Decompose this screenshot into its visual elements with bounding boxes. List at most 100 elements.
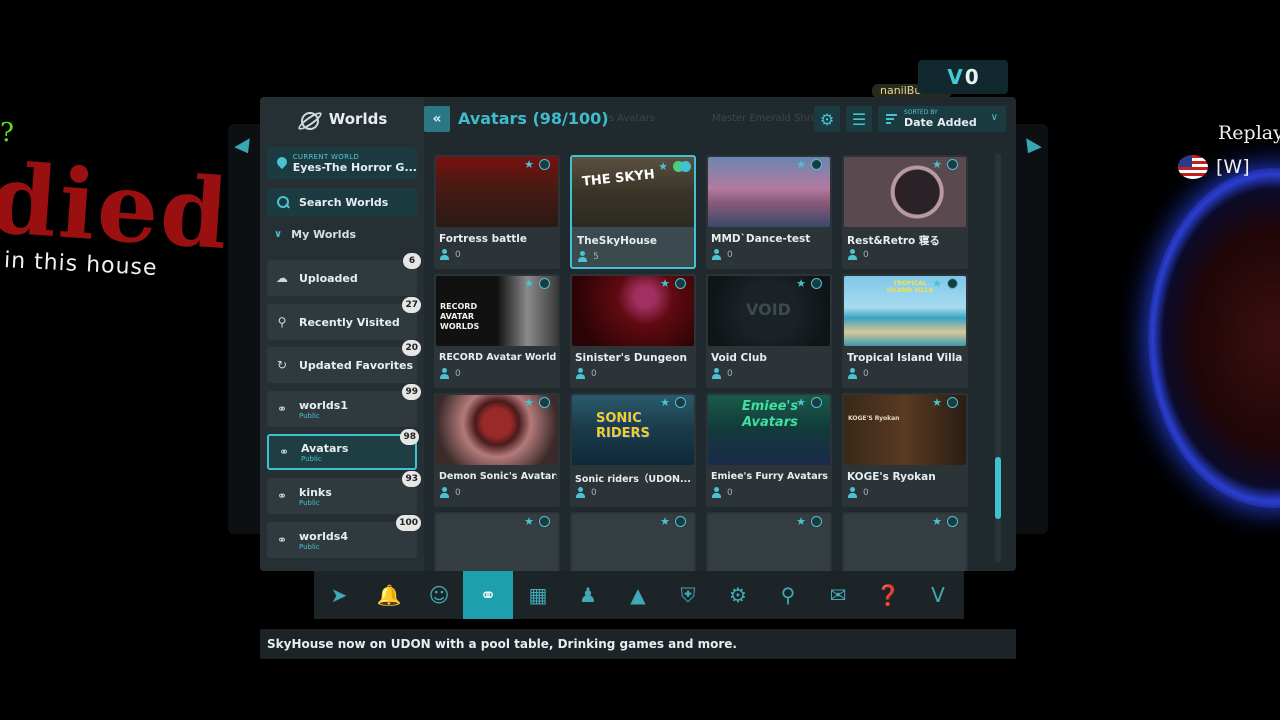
nav-notifications[interactable]: 🔔 [364,571,414,619]
world-card-fortress-battle[interactable]: ★ Fortress battle 0 [434,155,560,269]
world-card-emiees-furry-avatars[interactable]: Emiee's Avatars ★ Emiee's Furry Avatars … [706,393,832,507]
favorite-star-icon[interactable]: ★ [932,396,942,409]
player-count-value: 0 [591,368,597,379]
world-card-placeholder[interactable]: ★ [706,512,832,571]
settings-button[interactable]: ⚙ [814,106,840,132]
search-worlds-button[interactable]: Search Worlds [267,188,417,216]
favorite-star-icon[interactable]: ★ [796,515,806,528]
sidebar-item-label: Recently Visited [299,315,400,329]
sidebar-item-visibility: Public [301,454,322,463]
favorite-star-icon[interactable]: ★ [524,277,534,290]
my-worlds-toggle[interactable]: ∨ My Worlds [274,228,424,241]
worlds-panel: Worlds CURRENT WORLD Eyes-The Horror G..… [260,97,1016,571]
favorite-star-icon[interactable]: ★ [796,396,806,409]
sort-label: SORTED BY [904,109,938,116]
nav-groups[interactable]: ▲ [613,571,663,619]
nav-help[interactable]: ❓ [863,571,913,619]
player-count-value: 5 [593,251,599,262]
status-dot [680,161,691,172]
player-count-value: 0 [455,249,461,260]
sidebar-item-label: kinks [299,485,332,499]
sidebar-item-label: Updated Favorites [299,358,414,372]
collapse-sidebar-button[interactable]: « [424,106,450,132]
nav-launch[interactable]: ➤ [314,571,364,619]
world-card-record-avatar-worlds[interactable]: RECORD AVATAR WORLDS ★ RECORD Avatar Wor… [434,274,560,388]
sidebar-item-kinks[interactable]: ⚭ kinks Public 93 [267,471,421,514]
favorite-star-icon[interactable]: ★ [932,515,942,528]
nav-safety[interactable]: ⛨ [663,571,713,619]
world-card-mmd-dance-test[interactable]: ★ MMD`Dance-test 0 [706,155,832,269]
groups-icon: ▲ [630,583,646,607]
nav-vrchat-plus[interactable]: V [913,571,963,619]
favorite-star-icon[interactable]: ★ [932,158,942,171]
world-card-placeholder[interactable]: ★ [434,512,560,571]
upload-icon: ☁ [276,271,288,285]
list-view-button[interactable]: ☰ [846,106,872,132]
world-card-placeholder[interactable]: ★ [842,512,968,571]
favorite-star-icon[interactable]: ★ [658,160,668,173]
favorite-star-icon[interactable]: ★ [660,515,670,528]
vrchat-plus-icon: V [931,583,945,607]
currency-icon: V [947,65,963,89]
nav-worlds[interactable]: ⚭ [463,571,513,619]
sidebar-item-updated-favorites[interactable]: ↻ Updated Favorites 20 [267,340,421,383]
my-worlds-label: My Worlds [291,228,356,241]
world-card-rest-retro[interactable]: ★ Rest&Retro 寝る 0 [842,155,968,269]
profile-icon: ☺ [428,583,450,607]
sidebar-item-worlds1[interactable]: ⚭ worlds1 Public 99 [267,384,421,427]
status-dot [675,516,686,527]
chat-icon: ✉ [829,583,847,607]
nav-avatars[interactable]: ▦ [513,571,563,619]
nav-settings[interactable]: ⚙ [713,571,763,619]
status-dot [539,159,550,170]
count-badge: 20 [402,340,421,356]
people-icon [575,368,587,379]
current-world-name: Eyes-The Horror G... [292,160,417,174]
sidebar-item-label: worlds4 [299,529,348,543]
nav-profile[interactable]: ☺ [414,571,464,619]
favorite-star-icon[interactable]: ★ [660,396,670,409]
credits-balance[interactable]: V 0 [918,60,1008,94]
status-dot [947,159,958,170]
sidebar-item-recently-visited[interactable]: ⚲ Recently Visited 27 [267,297,421,340]
sidebar-title: Worlds [328,110,388,128]
player-count: 0 [711,487,733,498]
gear-icon: ⚙ [819,109,835,129]
sidebar-item-avatars[interactable]: ⚭ Avatars Public 98 [267,429,419,470]
player-count: 0 [847,368,869,379]
current-world-button[interactable]: CURRENT WORLD Eyes-The Horror G... [267,147,417,179]
favorite-star-icon[interactable]: ★ [932,277,942,290]
favorite-star-icon[interactable]: ★ [524,396,534,409]
count-badge: 98 [400,429,419,445]
world-card-sonic-riders[interactable]: SONIC RIDERS ★ Sonic riders（UDON... 0 [570,393,696,507]
favorite-star-icon[interactable]: ★ [524,515,534,528]
chevron-down-icon: ∨ [274,229,283,240]
world-card-koges-ryokan[interactable]: KOGE'S Ryokan ★ KOGE's Ryokan 0 [842,393,968,507]
people-icon [847,249,859,260]
sidebar-item-worlds4[interactable]: ⚭ worlds4 Public 100 [267,515,421,558]
balance-amount: 0 [964,65,979,89]
player-count-value: 0 [591,487,597,498]
nav-chat[interactable]: ✉ [813,571,863,619]
world-card-tropical-island-villa[interactable]: TROPICAL ISLAND VILLA ★ Tropical Island … [842,274,968,388]
world-card-the-sky-house[interactable]: THE SKYH ★ TheSkyHouse 5 [570,155,696,269]
sidebar-item-uploaded[interactable]: ☁ Uploaded 6 [267,253,421,296]
favorite-star-icon[interactable]: ★ [524,158,534,171]
ghost-tab: 's Avatars [606,113,655,124]
player-nameplate: Replay [1218,122,1280,144]
nav-search[interactable]: ⚲ [763,571,813,619]
help-icon: ❓ [875,583,901,607]
world-card-void-club[interactable]: VOID ★ Void Club 0 [706,274,832,388]
nav-social[interactable]: ♟ [563,571,613,619]
favorite-star-icon[interactable]: ★ [796,158,806,171]
favorite-star-icon[interactable]: ★ [796,277,806,290]
world-card-placeholder[interactable]: ★ [570,512,696,571]
favorite-star-icon[interactable]: ★ [660,277,670,290]
sort-dropdown[interactable]: SORTED BY Date Added ∨ [878,106,1006,132]
people-icon [711,368,723,379]
world-card-sinisters-dungeon[interactable]: ★ Sinister's Dungeon 0 [570,274,696,388]
status-dot [539,516,550,527]
list-icon: ☰ [851,109,867,129]
world-card-demon-sonics-avatars[interactable]: ★ Demon Sonic's Avatars 0 [434,393,560,507]
scrollbar-thumb[interactable] [995,457,1001,519]
